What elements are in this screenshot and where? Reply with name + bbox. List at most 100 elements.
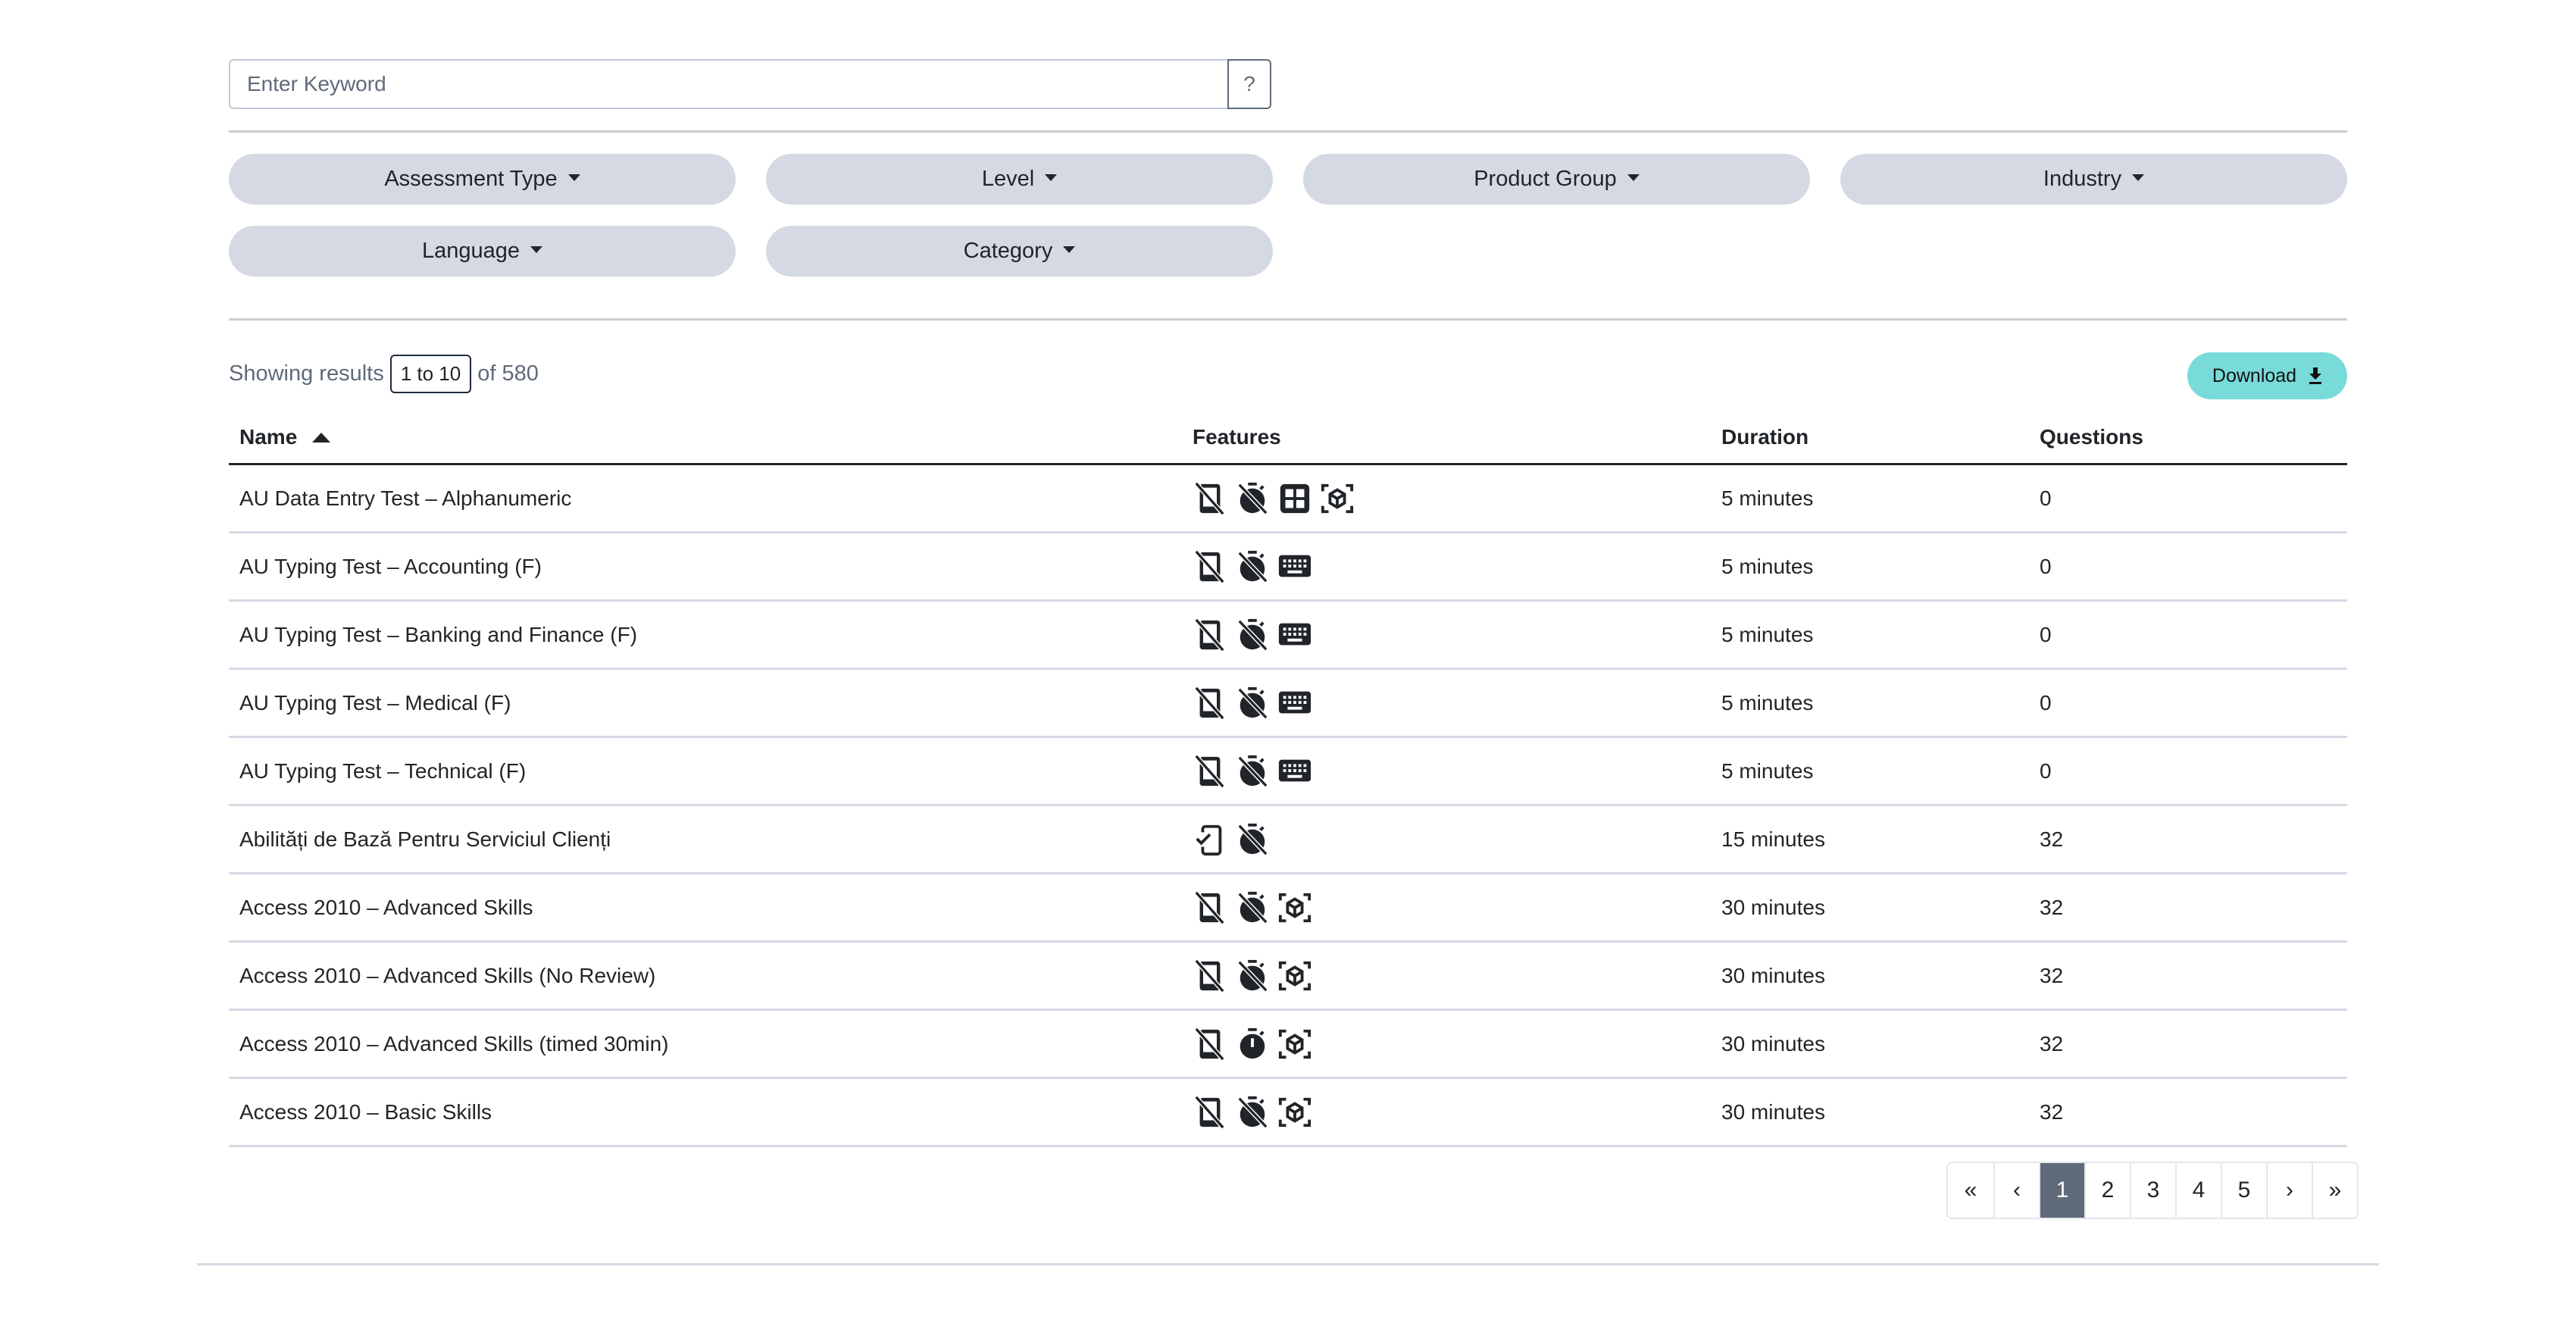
page-4-button[interactable]: 4 <box>2175 1163 2221 1218</box>
timer-off-icon <box>1235 822 1270 857</box>
page-5-button[interactable]: 5 <box>2221 1163 2266 1218</box>
timer-off-icon <box>1235 1095 1270 1130</box>
mobile-off-icon <box>1193 1095 1227 1130</box>
footer-divider <box>197 1263 2379 1265</box>
timer-off-icon <box>1235 754 1270 789</box>
timer-off-icon <box>1235 618 1270 652</box>
sort-ascending-icon <box>312 432 331 443</box>
filter-product-group[interactable]: Product Group <box>1303 154 1810 205</box>
divider <box>229 318 2347 321</box>
feature-icons <box>1193 806 1277 872</box>
page-1-button[interactable]: 1 <box>2039 1163 2084 1218</box>
page-3-button[interactable]: 3 <box>2130 1163 2175 1218</box>
search-bar: ? <box>229 59 1271 109</box>
questions-cell: 0 <box>2040 486 2052 510</box>
filter-language[interactable]: Language <box>229 226 736 277</box>
mobile-off-icon <box>1193 481 1227 516</box>
feature-icons <box>1193 1079 1320 1145</box>
search-help-button[interactable]: ? <box>1227 59 1271 109</box>
caret-down-icon <box>530 246 543 253</box>
keyboard-icon <box>1277 549 1312 584</box>
table-row: Access 2010 – Advanced Skills 30 minutes… <box>229 874 2347 943</box>
download-label: Download <box>2212 364 2297 386</box>
mobile-off-icon <box>1193 686 1227 721</box>
caret-down-icon <box>2132 174 2145 181</box>
duration-cell: 30 minutes <box>1721 895 1825 919</box>
questions-cell: 32 <box>2040 895 2064 919</box>
previous-page-button[interactable]: ‹ <box>1993 1163 2039 1218</box>
filter-level[interactable]: Level <box>766 154 1273 205</box>
column-header-name[interactable]: Name <box>239 425 331 449</box>
questions-cell: 0 <box>2040 622 2052 646</box>
duration-cell: 5 minutes <box>1721 758 1814 783</box>
assessment-name-link[interactable]: AU Typing Test – Banking and Finance (F) <box>239 602 637 668</box>
assessments-table: Name Features Duration Questions AU Data… <box>229 413 2347 1147</box>
feature-icons <box>1193 533 1320 599</box>
assessment-name-link[interactable]: AU Typing Test – Technical (F) <box>239 738 526 804</box>
results-summary: Showing results 1 to 10 of 580 <box>229 353 539 394</box>
questions-cell: 32 <box>2040 1031 2064 1055</box>
filter-industry[interactable]: Industry <box>1840 154 2347 205</box>
duration-cell: 30 minutes <box>1721 1099 1825 1124</box>
filter-label: Language <box>421 239 521 263</box>
assessment-name-link[interactable]: AU Typing Test – Accounting (F) <box>239 533 542 599</box>
timer-off-icon <box>1235 481 1270 516</box>
results-prefix: Showing results <box>229 361 384 386</box>
assessment-name-link[interactable]: AU Data Entry Test – Alphanumeric <box>239 465 571 531</box>
mobile-off-icon <box>1193 549 1227 584</box>
page-2-button[interactable]: 2 <box>2084 1163 2130 1218</box>
mobile-off-icon <box>1193 618 1227 652</box>
filter-label: Assessment Type <box>384 167 558 191</box>
questions-cell: 0 <box>2040 690 2052 715</box>
questions-cell: 0 <box>2040 554 2052 578</box>
questions-cell: 32 <box>2040 1099 2064 1124</box>
filter-label: Product Group <box>1474 167 1617 191</box>
keyword-search-input[interactable] <box>229 59 1227 109</box>
grid-icon <box>1277 481 1312 516</box>
timer-off-icon <box>1235 890 1270 925</box>
column-header-features: Features <box>1193 425 1281 449</box>
caret-down-icon <box>1045 174 1058 181</box>
mobile-off-icon <box>1193 754 1227 789</box>
assessment-name-link[interactable]: AU Typing Test – Medical (F) <box>239 670 511 736</box>
duration-cell: 5 minutes <box>1721 690 1814 715</box>
feature-icons <box>1193 670 1320 736</box>
assessment-name-link[interactable]: Access 2010 – Advanced Skills (No Review… <box>239 943 655 1009</box>
filter-label: Level <box>981 167 1035 191</box>
mobile-off-icon <box>1193 959 1227 993</box>
cube-scan-icon <box>1320 481 1355 516</box>
mobile-check-icon <box>1193 822 1227 857</box>
table-row: AU Data Entry Test – Alphanumeric 5 minu… <box>229 465 2347 533</box>
duration-cell: 30 minutes <box>1721 963 1825 987</box>
filter-label: Industry <box>2043 167 2122 191</box>
filter-category[interactable]: Category <box>766 226 1273 277</box>
keyboard-icon <box>1277 754 1312 789</box>
duration-cell: 15 minutes <box>1721 827 1825 851</box>
divider <box>229 130 2347 133</box>
column-label: Features <box>1193 425 1281 449</box>
first-page-button[interactable]: « <box>1948 1163 1993 1218</box>
assessment-name-link[interactable]: Abilități de Bază Pentru Serviciul Clien… <box>239 806 611 872</box>
assessment-name-link[interactable]: Access 2010 – Advanced Skills <box>239 874 533 940</box>
caret-down-icon <box>1627 174 1640 181</box>
filter-assessment-type[interactable]: Assessment Type <box>229 154 736 205</box>
keyboard-icon <box>1277 618 1312 652</box>
assessment-name-link[interactable]: Access 2010 – Advanced Skills (timed 30m… <box>239 1011 669 1077</box>
feature-icons <box>1193 602 1320 668</box>
timer-off-icon <box>1235 959 1270 993</box>
download-button[interactable]: Download <box>2187 352 2347 399</box>
download-icon <box>2309 367 2322 384</box>
results-range-badge: 1 to 10 <box>389 354 472 393</box>
duration-cell: 30 minutes <box>1721 1031 1825 1055</box>
keyboard-icon <box>1277 686 1312 721</box>
table-header: Name Features Duration Questions <box>229 413 2347 465</box>
table-row: Access 2010 – Advanced Skills (No Review… <box>229 943 2347 1011</box>
feature-icons <box>1193 874 1320 940</box>
table-row: AU Typing Test – Accounting (F) 5 minute… <box>229 533 2347 602</box>
assessment-name-link[interactable]: Access 2010 – Basic Skills <box>239 1079 492 1145</box>
timer-off-icon <box>1235 686 1270 721</box>
last-page-button[interactable]: » <box>2312 1163 2357 1218</box>
table-row: Access 2010 – Advanced Skills (timed 30m… <box>229 1011 2347 1079</box>
column-label: Questions <box>2040 425 2143 449</box>
next-page-button[interactable]: › <box>2266 1163 2312 1218</box>
